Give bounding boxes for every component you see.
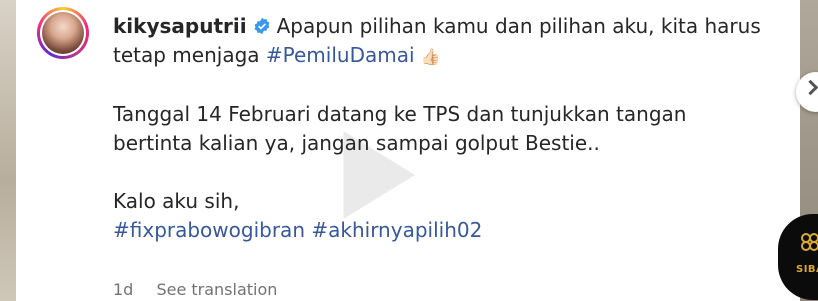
caption-line-1: Apapun pilihan kamu dan pilihan aku, kit… bbox=[276, 14, 761, 38]
post-time: 1d bbox=[113, 280, 134, 299]
avatar[interactable] bbox=[37, 7, 89, 59]
username-link[interactable]: kikysaputrii bbox=[113, 14, 247, 38]
caption-para2-line1: Tanggal 14 Februari datang ke TPS dan tu… bbox=[113, 102, 687, 126]
see-translation-link[interactable]: See translation bbox=[156, 280, 277, 299]
hashtag-pemiludamai-link[interactable]: #PemiluDamai bbox=[266, 43, 415, 67]
chevron-right-icon bbox=[802, 79, 818, 96]
caption-text: kikysaputrii Apapun pilihan kamu dan pili… bbox=[113, 12, 793, 245]
thumbs-up-emoji: 👍🏻 bbox=[420, 47, 441, 66]
logo-text: SIBA bbox=[796, 264, 818, 275]
caption-hashtags-line: #fixprabowogibran #akhirnyapilih02 bbox=[113, 216, 793, 245]
caption-para2-line2: bertinta kalian ya, jangan sampai golput… bbox=[113, 131, 600, 155]
caption-second-line: tetap menjaga #PemiluDamai 👍🏻 bbox=[113, 41, 793, 71]
hashtag-fixprabowogibran-link[interactable]: #fixprabowogibran bbox=[113, 218, 305, 242]
verified-badge-icon bbox=[254, 17, 269, 35]
caption-line-2-prefix: tetap menjaga bbox=[113, 43, 266, 67]
avatar-ring-inner bbox=[40, 10, 86, 56]
post-caption-card: kikysaputrii Apapun pilihan kamu dan pili… bbox=[16, 0, 800, 301]
hashtag-akhirnyapilih02-link[interactable]: #akhirnyapilih02 bbox=[311, 218, 482, 242]
avatar-photo bbox=[42, 12, 84, 54]
caption-first-line: kikysaputrii Apapun pilihan kamu dan pili… bbox=[113, 12, 793, 41]
logo-icon bbox=[801, 233, 818, 251]
caption-para3-line1: Kalo aku sih, bbox=[113, 189, 240, 213]
caption-meta: 1d See translation bbox=[113, 280, 277, 299]
background-left bbox=[0, 0, 16, 301]
